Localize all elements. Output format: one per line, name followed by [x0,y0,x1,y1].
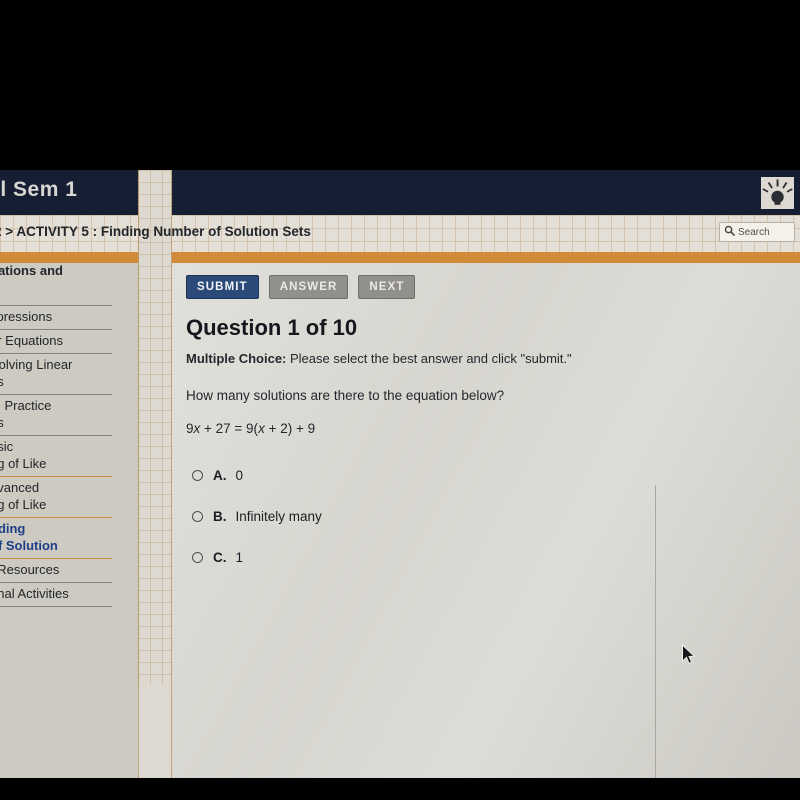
answer-choice-list: A. 0 B. Infinitely many C. 1 [192,455,322,578]
instruction-text: Please select the best answer and click … [286,351,572,366]
accent-divider [0,252,800,263]
instruction-label: Multiple Choice: [186,351,287,366]
question-instruction: Multiple Choice: Please select the best … [186,351,572,366]
sidebar-item-0[interactable] [0,299,125,306]
choice-text: 1 [235,550,244,565]
sidebar-item-label: xpressions [0,309,53,324]
sidebar-item-expressions[interactable]: xpressions [0,306,125,330]
sidebar-item-linear-equations[interactable]: ar Equations [0,330,125,354]
radio-button-c[interactable] [192,552,203,563]
choice-letter: C. [213,550,227,565]
choice-letter: B. [213,509,227,524]
sidebar-list: xpressions ar Equations Solving Linear n… [0,299,138,607]
lightbulb-icon [761,177,794,209]
answer-choice-b[interactable]: B. Infinitely many [192,496,322,537]
sidebar-item-label: dvanced ng of Like [0,480,47,512]
photo-fold-crease [138,170,172,778]
sidebar-item-label: Solving Linear ns [0,357,73,389]
sidebar-item-label: nding of Solution [0,521,58,553]
sidebar-item-practice[interactable]: p: Practice ns [0,395,125,436]
question-equation: 9x + 27 = 9(x + 2) + 9 [186,421,315,436]
choice-text: 0 [235,468,244,483]
sidebar-item-solving-linear[interactable]: Solving Linear ns [0,354,125,395]
sidebar-item-label: onal Activities [0,586,69,601]
panel-vertical-divider [655,485,656,778]
sidebar-item-label: asic ng of Like [0,439,47,471]
app-header-bar: ll Sem 1 [0,170,800,215]
sidebar-item-rule [0,606,112,607]
equation-part-2: + 27 = 9( [200,421,259,436]
photo-border-bottom [0,778,800,800]
breadcrumb-bar: 2 > ACTIVITY 5 : Finding Number of Solut… [0,215,800,252]
answer-choice-a[interactable]: A. 0 [192,455,322,496]
search-placeholder: Search [738,226,770,238]
equation-part-3: x [258,421,265,436]
search-icon [724,223,735,241]
course-sidebar: uations and xpressions ar Equations Solv… [0,263,138,778]
submit-button[interactable]: SUBMIT [186,275,259,299]
question-panel: SUBMIT ANSWER NEXT Question 1 of 10 Mult… [172,263,800,778]
sidebar-item-label: t Resources [0,562,60,577]
photo-border-top [0,0,800,170]
next-button[interactable]: NEXT [358,275,416,299]
course-title: ll Sem 1 [0,178,78,201]
sidebar-item-student-resources[interactable]: t Resources [0,559,125,583]
sidebar-item-optional-activities[interactable]: onal Activities [0,583,125,607]
question-toolbar: SUBMIT ANSWER NEXT [186,275,416,299]
sidebar-item-advanced-combining[interactable]: dvanced ng of Like [0,477,125,518]
search-input[interactable]: Search [719,222,795,242]
page-title: Question 1 of 10 [186,315,358,340]
sidebar-item-finding-number-of-solution-sets[interactable]: nding of Solution [0,518,125,559]
choice-letter: A. [213,468,227,483]
answer-choice-c[interactable]: C. 1 [192,537,322,578]
question-prompt: How many solutions are there to the equa… [186,388,505,403]
sidebar-title: uations and [0,263,63,278]
sidebar-item-label: ar Equations [0,333,63,348]
sidebar-item-basic-combining[interactable]: asic ng of Like [0,436,125,477]
screenshot-root: ll Sem 1 2 > ACTIVITY 5 : Finding Number… [0,0,800,800]
equation-part-0: 9 [186,421,194,436]
equation-part-4: + 2) + 9 [264,421,316,436]
photographed-screen: ll Sem 1 2 > ACTIVITY 5 : Finding Number… [0,170,800,778]
breadcrumb: 2 > ACTIVITY 5 : Finding Number of Solut… [0,224,311,239]
radio-button-a[interactable] [192,470,203,481]
choice-text: Infinitely many [235,509,322,524]
answer-button[interactable]: ANSWER [268,275,349,299]
crease-edge-left [138,170,139,778]
sidebar-item-label: p: Practice ns [0,398,52,430]
radio-button-b[interactable] [192,511,203,522]
